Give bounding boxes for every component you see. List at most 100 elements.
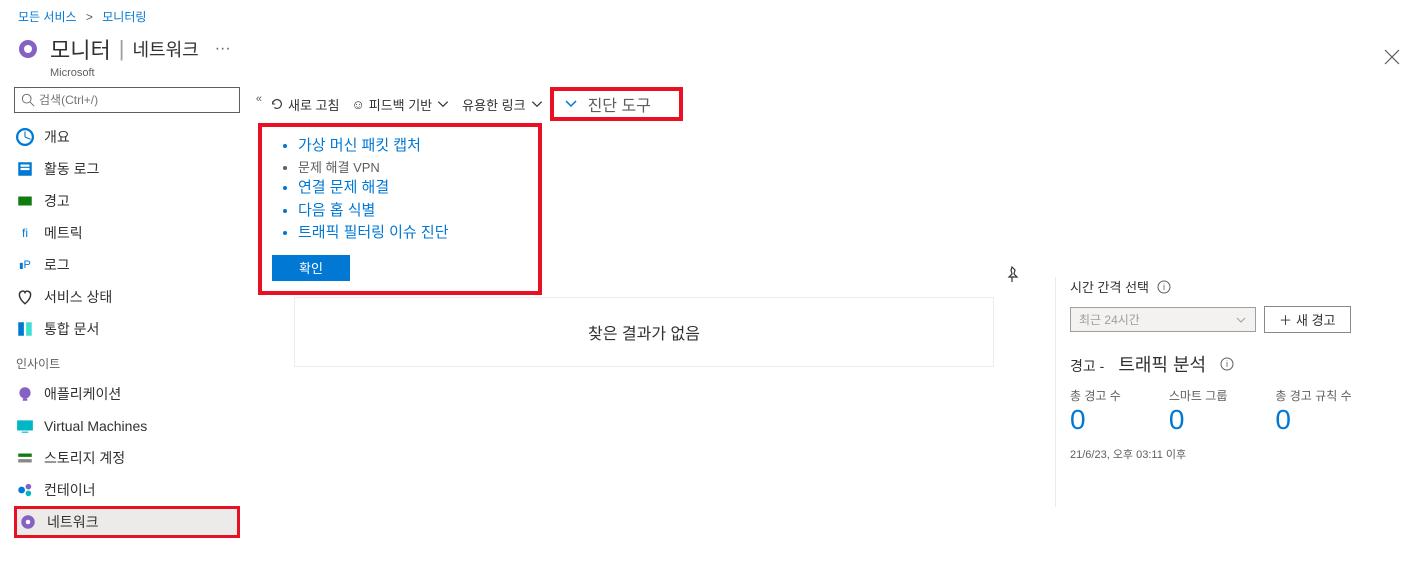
sidebar-item-label: 메트릭 (44, 223, 83, 243)
metric-total-alerts: 총 경고 수 0 (1070, 387, 1121, 436)
feedback-button[interactable]: ☺ 피드백 기반 (347, 95, 454, 114)
time-range-select[interactable]: 최근 24시간 (1070, 307, 1256, 332)
metric-value: 0 (1275, 404, 1351, 436)
workbook-icon (16, 320, 34, 338)
pin-button[interactable] (1003, 265, 1021, 288)
dropdown-item-connection-troubleshoot[interactable]: 연결 문제 해결 (298, 177, 528, 200)
sidebar-item-workbooks[interactable]: 통합 문서 (14, 313, 240, 345)
sidebar-item-label: 스토리지 계정 (44, 448, 125, 468)
close-button[interactable] (1383, 48, 1401, 66)
logs-icon: ▮P (16, 256, 34, 274)
sidebar-item-containers[interactable]: 컨테이너 (14, 474, 240, 506)
page-title: 모니터 (50, 33, 111, 65)
diagnostic-tools-button[interactable]: 진단 도구 (550, 87, 683, 121)
sidebar-item-label: 컨테이너 (44, 480, 96, 500)
sidebar: « 개요 활동 로그 경고 fi 메트릭 ▮P 로그 서비스 상태 통합 문서 (0, 87, 254, 558)
right-panel: 시간 간격 선택 i 최근 24시간 ＋ 새 경고 경고 - 트래픽 분석 i (1055, 277, 1411, 507)
sidebar-item-overview[interactable]: 개요 (14, 121, 240, 153)
heart-icon (16, 288, 34, 306)
metrics-icon: fi (16, 224, 34, 242)
time-range-label: 시간 간격 선택 (1070, 277, 1149, 296)
feedback-icon: ☺ (351, 97, 364, 112)
metric-smart-groups: 스마트 그룹 0 (1169, 387, 1228, 436)
network-icon (19, 513, 37, 531)
alert-prefix: 경고 - (1070, 356, 1104, 376)
sidebar-item-label: 활동 로그 (44, 159, 99, 179)
metric-label: 스마트 그룹 (1169, 387, 1228, 404)
metric-alert-rules: 총 경고 규칙 수 0 (1275, 387, 1351, 436)
bulb-icon (16, 385, 34, 403)
metric-label: 총 경고 규칙 수 (1275, 387, 1351, 404)
refresh-label: 새로 고침 (288, 95, 339, 114)
page-subtitle: 네트워크 (132, 36, 198, 62)
diagnostic-tools-dropdown: 가상 머신 패킷 캡처 문제 해결 VPN 연결 문제 해결 다음 홉 식별 트… (258, 123, 542, 295)
vm-icon (16, 417, 34, 435)
sidebar-item-label: 통합 문서 (44, 319, 99, 339)
refresh-button[interactable]: 새로 고침 (266, 95, 343, 114)
sidebar-item-label: 애플리케이션 (44, 384, 121, 404)
metric-value: 0 (1169, 404, 1228, 436)
alert-title: 트래픽 분석 (1118, 351, 1206, 377)
diag-label: 진단 도구 (588, 92, 651, 116)
refresh-icon (270, 97, 284, 111)
sidebar-item-activity-log[interactable]: 활동 로그 (14, 153, 240, 185)
ok-button[interactable]: 확인 (272, 255, 350, 281)
metric-value: 0 (1070, 404, 1121, 436)
new-alert-button[interactable]: ＋ 새 경고 (1264, 306, 1351, 333)
sidebar-item-label: 경고 (44, 191, 70, 211)
sidebar-item-service-health[interactable]: 서비스 상태 (14, 281, 240, 313)
activity-log-icon (16, 160, 34, 178)
metric-label: 총 경고 수 (1070, 387, 1121, 404)
sidebar-item-storage[interactable]: 스토리지 계정 (14, 442, 240, 474)
sidebar-item-alerts[interactable]: 경고 (14, 185, 240, 217)
toolbar: 새로 고침 ☺ 피드백 기반 유용한 링크 진단 도구 (254, 89, 1423, 119)
sidebar-item-applications[interactable]: 애플리케이션 (14, 378, 240, 410)
container-icon (16, 481, 34, 499)
svg-text:i: i (1226, 359, 1228, 369)
main-content: 새로 고침 ☺ 피드백 기반 유용한 링크 진단 도구 가상 머신 패킷 캡처 … (254, 87, 1423, 558)
sidebar-item-metrics[interactable]: fi 메트릭 (14, 217, 240, 249)
time-range-value: 최근 24시간 (1079, 311, 1140, 328)
sidebar-item-logs[interactable]: ▮P 로그 (14, 249, 240, 281)
company-label: Microsoft (50, 67, 1423, 87)
sidebar-item-label: Virtual Machines (44, 418, 147, 434)
chevron-down-icon (1235, 314, 1247, 326)
useful-links-button[interactable]: 유용한 링크 (458, 95, 547, 114)
search-icon (21, 93, 35, 107)
monitor-icon (18, 39, 38, 59)
sidebar-item-label: 개요 (44, 127, 70, 147)
sidebar-item-label: 서비스 상태 (44, 287, 112, 307)
more-icon[interactable]: ··· (215, 40, 231, 58)
dropdown-item-packet-capture[interactable]: 가상 머신 패킷 캡처 (298, 135, 528, 158)
chevron-down-icon (530, 97, 544, 111)
breadcrumb-monitoring[interactable]: 모니터링 (102, 10, 146, 24)
sidebar-item-network[interactable]: 네트워크 (14, 506, 240, 538)
feedback-label: 피드백 기반 (369, 95, 432, 114)
breadcrumb: 모든 서비스 > 모니터링 (0, 0, 1423, 29)
no-results-message: 찾은 결과가 없음 (294, 297, 994, 367)
sidebar-item-virtual-machines[interactable]: Virtual Machines (14, 410, 240, 442)
new-alert-label: 새 경고 (1296, 310, 1336, 329)
chevron-down-icon (564, 97, 578, 111)
sidebar-item-label: 로그 (44, 255, 70, 275)
sidebar-item-label: 네트워크 (47, 512, 99, 532)
timestamp-label: 21/6/23, 오후 03:11 이후 (1070, 446, 1411, 462)
dropdown-item-traffic-filter[interactable]: 트래픽 필터링 이슈 진단 (298, 222, 528, 245)
chevron-down-icon (436, 97, 450, 111)
sidebar-section-insights: 인사이트 (14, 345, 240, 378)
links-label: 유용한 링크 (462, 95, 525, 114)
plus-icon: ＋ (1279, 310, 1292, 329)
search-input-wrapper[interactable] (14, 87, 240, 113)
alerts-icon (16, 192, 34, 210)
breadcrumb-all-services[interactable]: 모든 서비스 (18, 10, 77, 24)
title-separator: | (119, 36, 125, 62)
search-input[interactable] (39, 93, 233, 107)
overview-icon (16, 128, 34, 146)
info-icon[interactable]: i (1220, 357, 1234, 371)
storage-icon (16, 449, 34, 467)
info-icon[interactable]: i (1157, 280, 1171, 294)
dropdown-item-next-hop[interactable]: 다음 홉 식별 (298, 200, 528, 223)
breadcrumb-sep: > (86, 10, 93, 24)
svg-text:i: i (1163, 282, 1165, 292)
dropdown-item-vpn: 문제 해결 VPN (298, 158, 528, 178)
